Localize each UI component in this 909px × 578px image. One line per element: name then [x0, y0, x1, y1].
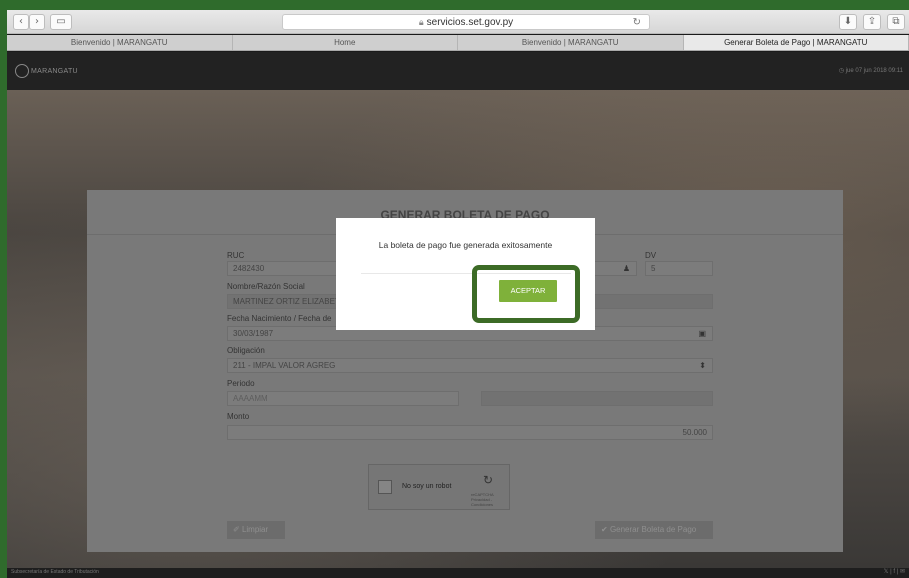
recaptcha-widget: No soy un robot ↻ reCAPTCHA Privacidad -…	[368, 464, 510, 510]
amount-label: Monto	[227, 412, 250, 421]
amount-field[interactable]: 50.000	[227, 425, 713, 440]
browser-window: ‹ › ▭ 🔒︎ servicios.set.gov.py ↻ ⬇ ⇪ ⧉ Bie…	[7, 10, 909, 578]
ruc-value: 2482430	[233, 264, 265, 273]
dv-field[interactable]: 5	[645, 261, 713, 276]
obligation-value: 211 - IMPAL VALOR AGREG	[233, 361, 336, 370]
datetime-text: jue 07 jun 2018 09:11	[845, 68, 903, 74]
recaptcha-logo-icon: ↻	[482, 473, 494, 487]
period-placeholder: AAAAMM	[233, 394, 268, 403]
dialog-message: La boleta de pago fue generada exitosame…	[378, 240, 553, 250]
tab-bienvenido-1[interactable]: Bienvenido | MARANGATU	[7, 35, 233, 50]
select-arrows-icon: ⬍	[699, 361, 706, 370]
recaptcha-brand: reCAPTCHA Privacidad - Condiciones	[471, 492, 509, 507]
sidebar-toggle-icon[interactable]: ▭	[50, 14, 72, 30]
forward-button[interactable]: ›	[29, 14, 45, 30]
amount-value: 50.000	[682, 428, 707, 437]
tab-home[interactable]: Home	[233, 35, 458, 50]
period-description-field	[481, 391, 713, 406]
new-tab-icon[interactable]: ⧉	[887, 14, 905, 30]
highlight-annotation	[472, 265, 580, 323]
birth-value: 30/03/1987	[233, 329, 274, 338]
recaptcha-text: No soy un robot	[402, 483, 452, 490]
reload-icon[interactable]: ↻	[633, 15, 641, 30]
period-field[interactable]: AAAAMM	[227, 391, 459, 406]
social-icons[interactable]: 𝕏 | f | ✉	[884, 568, 905, 575]
datetime: ◷ jue 07 jun 2018 09:11	[838, 68, 903, 74]
clear-button-label: Limpiar	[241, 525, 269, 534]
user-icon[interactable]: ♟	[623, 262, 630, 275]
marangatu-logo-icon	[15, 64, 29, 78]
birth-label: Fecha Nacimiento / Fecha de	[227, 314, 332, 323]
dv-label: DV	[645, 251, 657, 260]
period-label: Periodo	[227, 379, 255, 388]
tab-bar: Bienvenido | MARANGATU Home Bienvenido |…	[7, 35, 909, 51]
tab-generar-boleta[interactable]: Generar Boleta de Pago | MARANGATU	[683, 35, 909, 50]
download-icon[interactable]: ⬇	[839, 14, 857, 30]
recaptcha-checkbox[interactable]	[378, 480, 392, 494]
generate-button-label: Generar Boleta de Pago	[609, 525, 697, 534]
check-icon: ✔	[601, 525, 608, 534]
browser-toolbar: ‹ › ▭ 🔒︎ servicios.set.gov.py ↻ ⬇ ⇪ ⧉	[7, 10, 909, 34]
obligation-label: Obligación	[227, 346, 265, 355]
back-button[interactable]: ‹	[13, 14, 29, 30]
dv-value: 5	[651, 264, 656, 273]
eraser-icon: ✐	[233, 525, 240, 534]
tab-bienvenido-2[interactable]: Bienvenido | MARANGATU	[458, 35, 684, 50]
lock-icon: 🔒︎	[418, 17, 424, 27]
brand-name: MARANGATU	[31, 67, 78, 75]
obligation-select[interactable]: 211 - IMPAL VALOR AGREG ⬍	[227, 358, 713, 373]
name-label: Nombre/Razón Social	[227, 282, 305, 291]
calendar-icon[interactable]: ▣	[698, 327, 706, 340]
clear-button[interactable]: ✐ Limpiar	[227, 521, 285, 539]
share-icon[interactable]: ⇪	[863, 14, 881, 30]
footer-text: Subsecretaría de Estado de Tributación	[11, 569, 99, 575]
page-footer: Subsecretaría de Estado de Tributación 𝕏…	[7, 568, 909, 578]
ruc-label: RUC	[227, 251, 245, 260]
recaptcha-links: Privacidad - Condiciones	[471, 497, 494, 507]
address-bar[interactable]: 🔒︎ servicios.set.gov.py ↻	[282, 14, 650, 30]
generate-button[interactable]: ✔ Generar Boleta de Pago	[595, 521, 713, 539]
app-header: MARANGATU ◷ jue 07 jun 2018 09:11	[7, 52, 909, 90]
url-text: servicios.set.gov.py	[426, 17, 514, 28]
brand-logo[interactable]: MARANGATU	[15, 64, 78, 78]
